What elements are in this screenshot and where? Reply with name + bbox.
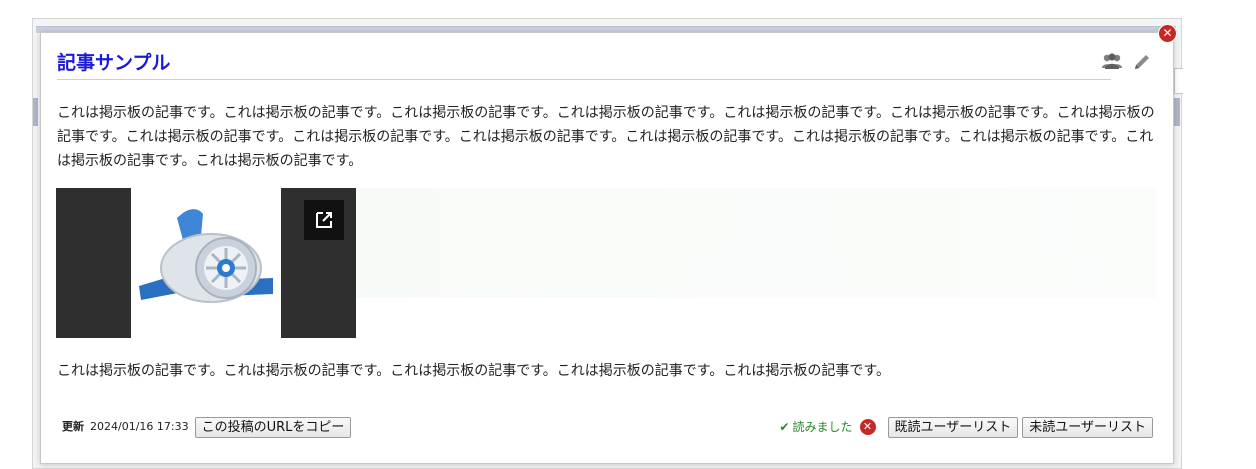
open-external-icon[interactable] xyxy=(304,200,344,240)
article-body-paragraph-2: これは掲示板の記事です。これは掲示板の記事です。これは掲示板の記事です。これは掲… xyxy=(57,363,890,379)
copy-url-button[interactable]: この投稿のURLをコピー xyxy=(194,416,352,438)
footer-right: ✔ 読みました ✕ 既読ユーザーリスト 未読ユーザーリスト xyxy=(779,415,1153,439)
background-strip-left xyxy=(33,98,38,126)
app-engine-logo xyxy=(131,188,281,338)
updated-timestamp: 2024/01/16 17:33 xyxy=(90,420,189,433)
article-modal: 記事サンプル これは掲示板の記事です。これは掲示板の記事です。これは掲示板の記事… xyxy=(40,32,1174,464)
check-icon: ✔ xyxy=(779,420,790,434)
users-icon[interactable] xyxy=(1101,52,1123,72)
image-backdrop xyxy=(356,188,1156,298)
title-divider xyxy=(57,79,1111,80)
unread-users-button[interactable]: 未読ユーザーリスト xyxy=(1022,416,1153,438)
title-row: 記事サンプル xyxy=(57,48,1153,80)
pencil-icon[interactable] xyxy=(1131,52,1153,72)
read-status: ✔ 読みました xyxy=(779,415,852,439)
background-strip-right xyxy=(1174,98,1180,126)
article-image[interactable] xyxy=(56,188,356,338)
article-body-paragraph-1: これは掲示板の記事です。これは掲示板の記事です。これは掲示板の記事です。これは掲… xyxy=(57,105,1155,169)
cancel-read-icon[interactable]: ✕ xyxy=(859,419,876,435)
title-actions xyxy=(1101,52,1153,72)
read-users-button[interactable]: 既読ユーザーリスト xyxy=(887,416,1019,438)
article-footer: 更新 2024/01/16 17:33 この投稿のURLをコピー ✔ 読みました… xyxy=(57,415,1153,439)
close-icon[interactable]: ✕ xyxy=(1159,25,1176,42)
article-title: 記事サンプル xyxy=(57,52,171,74)
read-status-label: 読みました xyxy=(792,420,853,434)
background-input xyxy=(1174,68,1183,94)
footer-left: 更新 2024/01/16 17:33 この投稿のURLをコピー xyxy=(62,415,352,439)
updated-label: 更新 xyxy=(62,420,84,433)
